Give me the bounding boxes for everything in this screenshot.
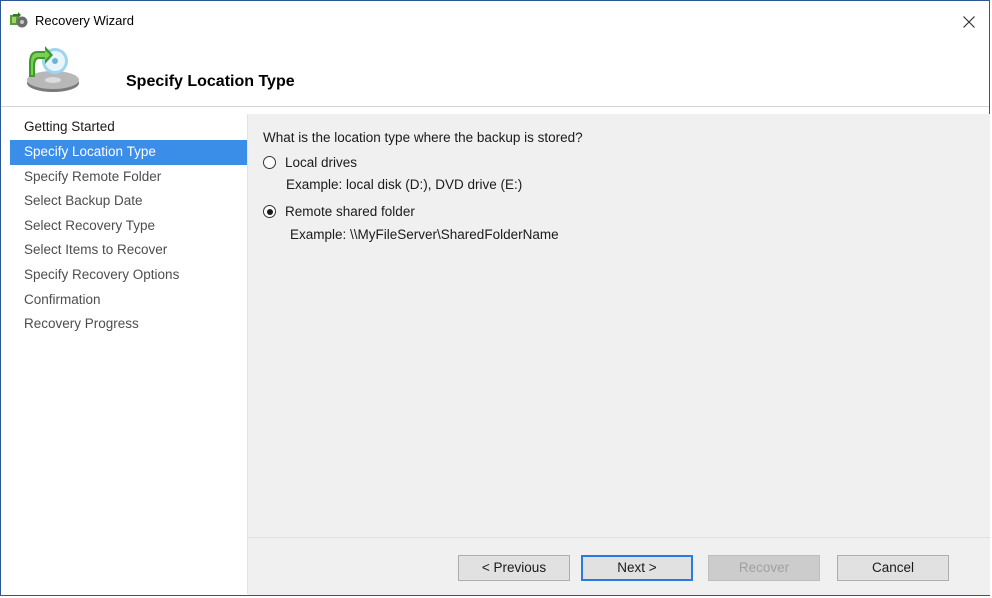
page-title: Specify Location Type [126,73,295,90]
wizard-header: Specify Location Type [1,41,989,107]
recovery-wizard-icon [10,12,28,30]
next-button[interactable]: Next > [581,555,693,581]
wizard-content: What is the location type where the back… [248,114,990,537]
location-question: What is the location type where the back… [263,130,583,145]
close-icon [963,16,975,28]
nav-step-select-items-to-recover[interactable]: Select Items to Recover [10,238,247,263]
nav-step-specify-location-type[interactable]: Specify Location Type [10,140,247,165]
wizard-steps-nav: Getting Started Specify Location Type Sp… [10,114,248,594]
recover-button: Recover [708,555,820,581]
local-drives-label[interactable]: Local drives [285,155,357,170]
close-button[interactable] [955,9,983,35]
remote-shared-folder-label[interactable]: Remote shared folder [285,204,415,219]
nav-step-specify-recovery-options[interactable]: Specify Recovery Options [10,263,247,288]
nav-step-select-backup-date[interactable]: Select Backup Date [10,189,247,214]
nav-step-confirmation[interactable]: Confirmation [10,288,247,313]
previous-button[interactable]: < Previous [458,555,570,581]
nav-step-recovery-progress[interactable]: Recovery Progress [10,312,247,337]
title-bar[interactable]: Recovery Wizard [1,1,989,41]
nav-step-specify-remote-folder[interactable]: Specify Remote Folder [10,165,247,190]
nav-step-select-recovery-type[interactable]: Select Recovery Type [10,214,247,239]
recovery-wizard-window: Recovery Wizard Specify Location Type Ge… [0,0,990,596]
window-title: Recovery Wizard [35,13,134,28]
nav-step-getting-started[interactable]: Getting Started [10,114,247,140]
local-drives-radio[interactable] [263,156,276,169]
remote-shared-folder-example: Example: \\MyFileServer\SharedFolderName [290,227,559,242]
backup-disk-restore-icon [15,45,85,95]
remote-shared-folder-radio[interactable] [263,205,276,218]
local-drives-option[interactable]: Local drives [263,155,357,170]
cancel-button[interactable]: Cancel [837,555,949,581]
local-drives-example: Example: local disk (D:), DVD drive (E:) [286,177,523,192]
remote-shared-folder-option[interactable]: Remote shared folder [263,204,415,219]
wizard-button-bar: < Previous Next > Recover Cancel [248,537,990,595]
